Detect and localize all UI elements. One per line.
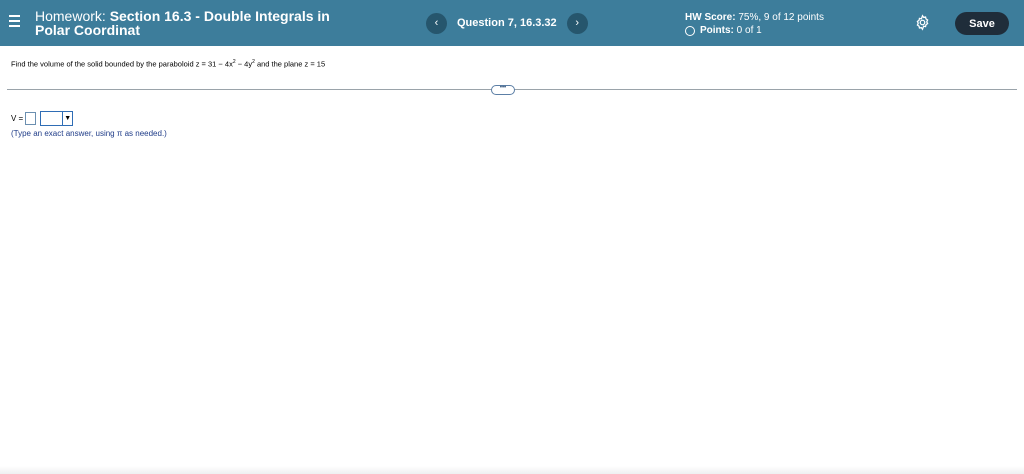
save-button[interactable]: Save bbox=[955, 12, 1009, 35]
chevron-left-icon: ‹ bbox=[434, 17, 439, 29]
points-status-icon bbox=[685, 25, 695, 36]
question-part-1: Find the volume of the solid bounded by … bbox=[11, 59, 233, 69]
gear-icon[interactable] bbox=[914, 14, 931, 31]
prev-question-button[interactable]: ‹ bbox=[426, 12, 447, 34]
points-label: Points: bbox=[700, 25, 734, 36]
question-part-2: − 4y bbox=[235, 59, 253, 69]
question-part-3: and the plane z = 15 bbox=[254, 59, 326, 69]
hw-score-value: 75%, 9 of 12 points bbox=[738, 12, 824, 23]
answer-label: V = bbox=[11, 114, 24, 123]
bottom-shadow bbox=[0, 466, 1024, 474]
title-line2: Polar Coordinat bbox=[35, 22, 141, 38]
hw-score-label: HW Score: bbox=[685, 12, 736, 23]
next-question-button[interactable]: › bbox=[566, 12, 588, 34]
answer-row: V = ▼ bbox=[11, 111, 74, 126]
unit-dropdown[interactable]: ▼ bbox=[40, 111, 74, 126]
answer-input[interactable] bbox=[25, 112, 37, 125]
question-navigator: ‹ Question 7, 16.3.32 › bbox=[426, 12, 588, 34]
more-options-button[interactable]: ••• bbox=[491, 85, 515, 95]
score-panel: HW Score: 75%, 9 of 12 points Points: 0 … bbox=[685, 11, 824, 37]
dropdown-arrow-icon: ▼ bbox=[62, 112, 72, 125]
title-main: Section 16.3 - Double Integrals in bbox=[109, 8, 330, 24]
question-text: Find the volume of the solid bounded by … bbox=[11, 59, 325, 69]
points-value: 0 of 1 bbox=[736, 25, 762, 36]
answer-hint: (Type an exact answer, using π as needed… bbox=[11, 129, 167, 138]
hamburger-menu-icon[interactable] bbox=[9, 15, 20, 29]
assignment-title: Homework: Section 16.3 - Double Integral… bbox=[35, 9, 330, 37]
chevron-right-icon: › bbox=[575, 17, 579, 29]
question-label[interactable]: Question 7, 16.3.32 bbox=[457, 17, 557, 29]
top-bar: Homework: Section 16.3 - Double Integral… bbox=[0, 0, 1024, 46]
